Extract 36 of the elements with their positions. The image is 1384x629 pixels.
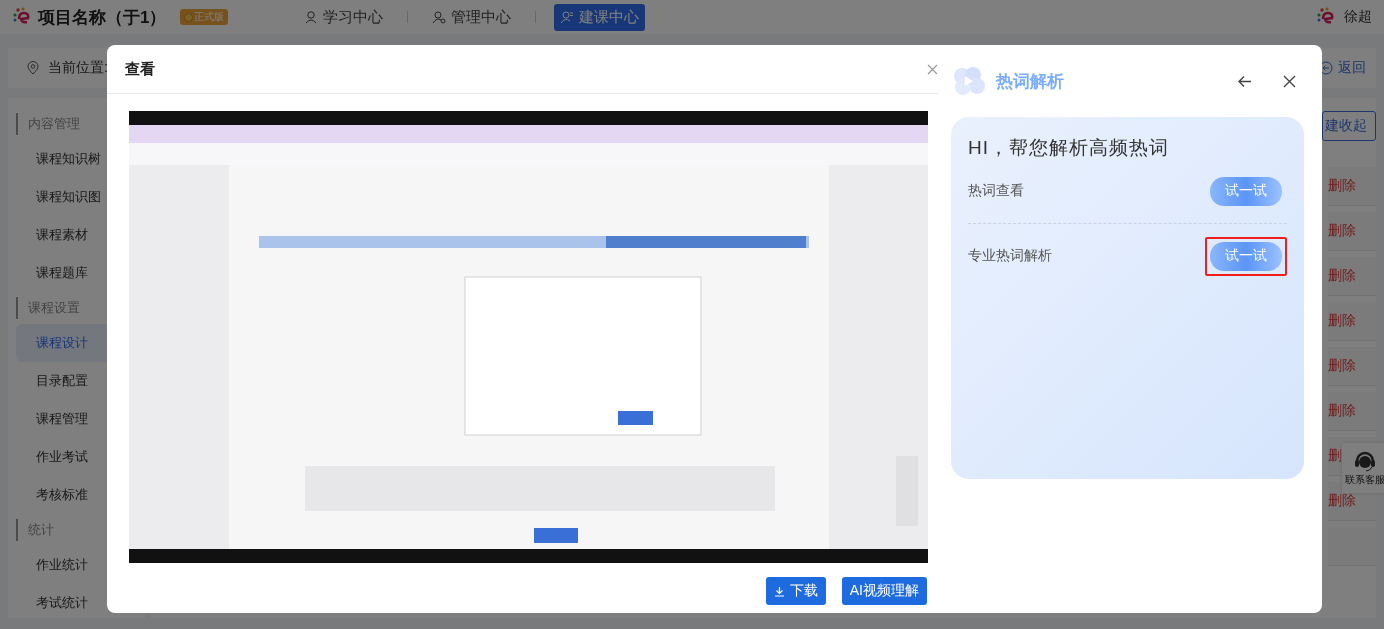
user-name: 徐超 [1344,8,1372,26]
nav-tab[interactable]: 建课中心 [554,3,646,31]
dialog-title: 查看 [125,59,155,79]
panel-title: 热词解析 [996,70,1064,93]
delete-link[interactable]: 删除 [1328,357,1356,375]
person-icon [304,10,319,24]
edition-label: 正式版 [194,10,225,24]
breadcrumb-label: 当前位置: [48,59,108,77]
back-link[interactable]: 返回 [1319,59,1366,77]
delete-link[interactable]: 删除 [1328,312,1356,330]
person-icon [432,10,447,24]
nav-tab[interactable]: 管理中心 [426,3,518,31]
back-icon [1319,61,1333,75]
delete-link[interactable]: 删除 [1328,267,1356,285]
try-button[interactable]: 试一试 [1210,176,1282,206]
row-label: 专业热词解析 [968,247,1052,265]
delete-link[interactable]: 删除 [1328,222,1356,240]
delete-link[interactable]: 删除 [1328,402,1356,420]
ai-video-button[interactable]: AI视频理解 [841,577,927,605]
row-label: 热词查看 [968,182,1024,200]
back-arrow-icon[interactable] [1237,74,1252,88]
delete-link[interactable]: 删除 [1328,177,1356,195]
project-title: 项目名称（于1） [38,6,167,29]
card-heading: HI，帮您解析高频热词 [968,136,1170,160]
person-icon [560,10,575,24]
download-icon [773,585,785,597]
medal-icon [184,12,194,22]
delete-link[interactable]: 删除 [1328,492,1356,510]
close-icon[interactable] [1283,74,1296,88]
nav-tab[interactable]: 学习中心 [298,3,390,31]
location-icon [26,61,40,75]
try-button[interactable]: 试一试 [1210,241,1282,271]
contact-widget[interactable]: 联系客服 [1342,443,1384,493]
play-cloud-icon [951,65,987,97]
delete-link[interactable]: 删 [1328,447,1342,465]
download-button[interactable]: 下载 [765,577,826,605]
